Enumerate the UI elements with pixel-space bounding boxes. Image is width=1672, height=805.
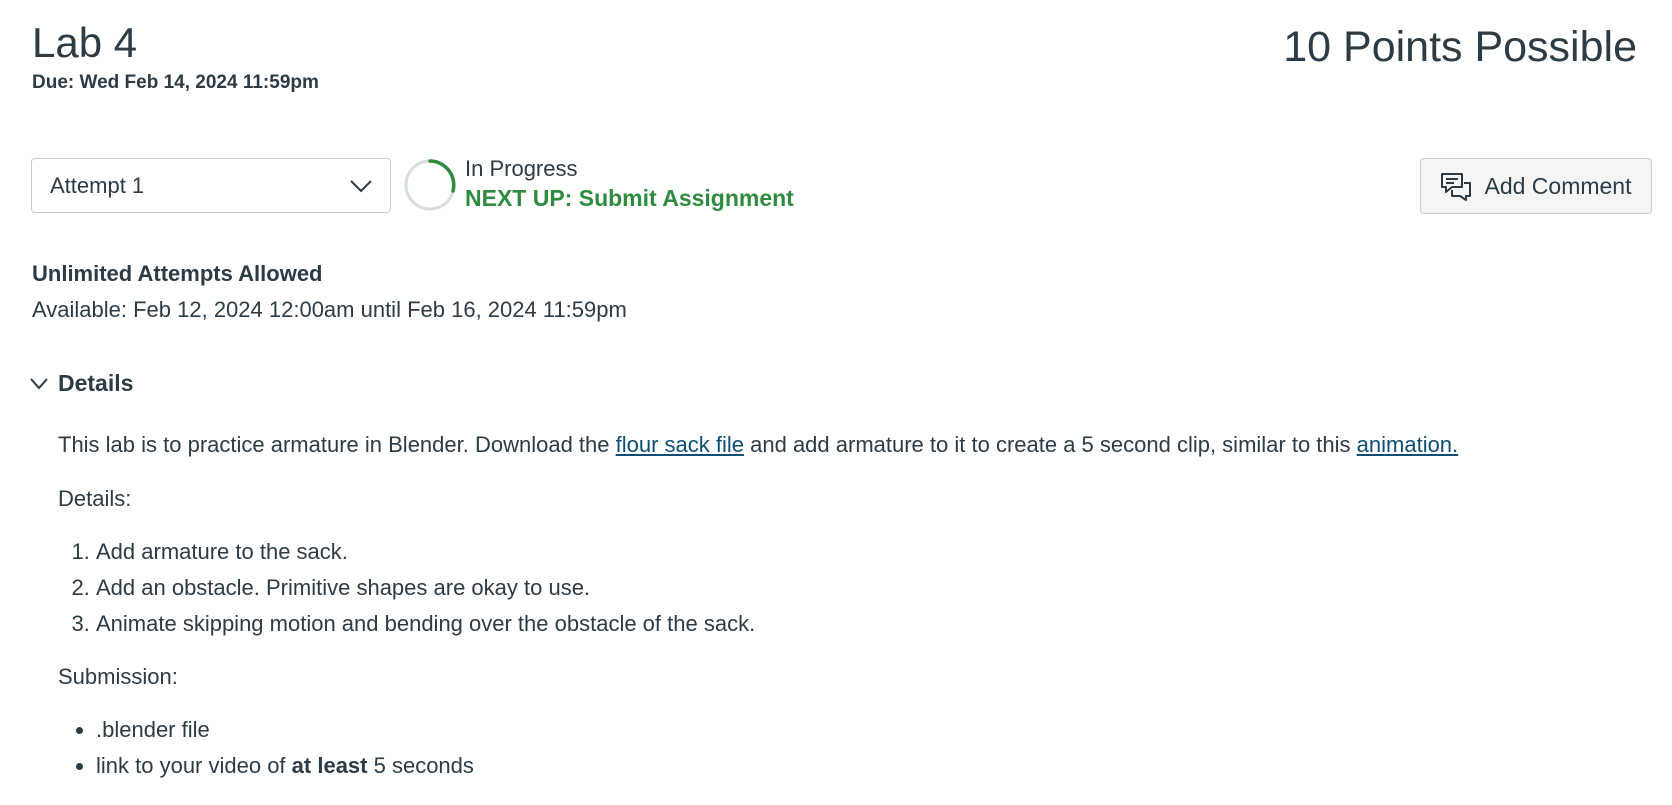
- assignment-description: This lab is to practice armature in Blen…: [58, 428, 1638, 784]
- steps-list: Add armature to the sack. Add an obstacl…: [58, 534, 1638, 642]
- details-toggle-label: Details: [58, 370, 134, 396]
- submission-item-text-after: 5 seconds: [367, 753, 474, 778]
- attempt-select[interactable]: Attempt 1: [31, 158, 391, 213]
- comment-icon: [1441, 173, 1472, 201]
- submission-item-bold: at least: [291, 753, 368, 778]
- assignment-title: Lab 4: [32, 19, 138, 66]
- intro-text-middle: and add armature to it to create a 5 sec…: [744, 432, 1357, 457]
- points-possible: 10 Points Possible: [1283, 23, 1637, 71]
- unlimited-attempts: Unlimited Attempts Allowed: [32, 261, 323, 286]
- intro-paragraph: This lab is to practice armature in Blen…: [58, 428, 1638, 462]
- animation-link[interactable]: animation.: [1357, 432, 1459, 457]
- details-heading: Details:: [58, 486, 132, 511]
- attempt-select-value: Attempt 1: [50, 172, 145, 198]
- status-in-progress: In Progress: [465, 156, 578, 181]
- list-item: Animate skipping motion and bending over…: [96, 606, 1638, 642]
- intro-text-before: This lab is to practice armature in Blen…: [58, 432, 616, 457]
- add-comment-label: Add Comment: [1484, 172, 1632, 199]
- availability-dates: Available: Feb 12, 2024 12:00am until Fe…: [32, 297, 627, 322]
- add-comment-button[interactable]: Add Comment: [1420, 158, 1652, 214]
- chevron-down-icon: [30, 377, 48, 390]
- list-item: Add an obstacle. Primitive shapes are ok…: [96, 570, 1638, 606]
- submission-heading: Submission:: [58, 664, 178, 689]
- submission-item-text-before: link to your video of: [96, 753, 292, 778]
- next-up-link[interactable]: NEXT UP: Submit Assignment: [465, 185, 794, 212]
- flour-sack-file-link[interactable]: flour sack file: [616, 432, 744, 457]
- details-toggle[interactable]: Details: [30, 370, 133, 397]
- list-item: .blender file: [96, 712, 1638, 748]
- progress-ring-icon: [404, 159, 456, 211]
- chevron-down-icon: [350, 179, 372, 192]
- list-item: link to your video of at least 5 seconds: [96, 748, 1638, 784]
- list-item: Add armature to the sack.: [96, 534, 1638, 570]
- due-date: Due: Wed Feb 14, 2024 11:59pm: [32, 72, 319, 93]
- submission-list: .blender file link to your video of at l…: [58, 712, 1638, 784]
